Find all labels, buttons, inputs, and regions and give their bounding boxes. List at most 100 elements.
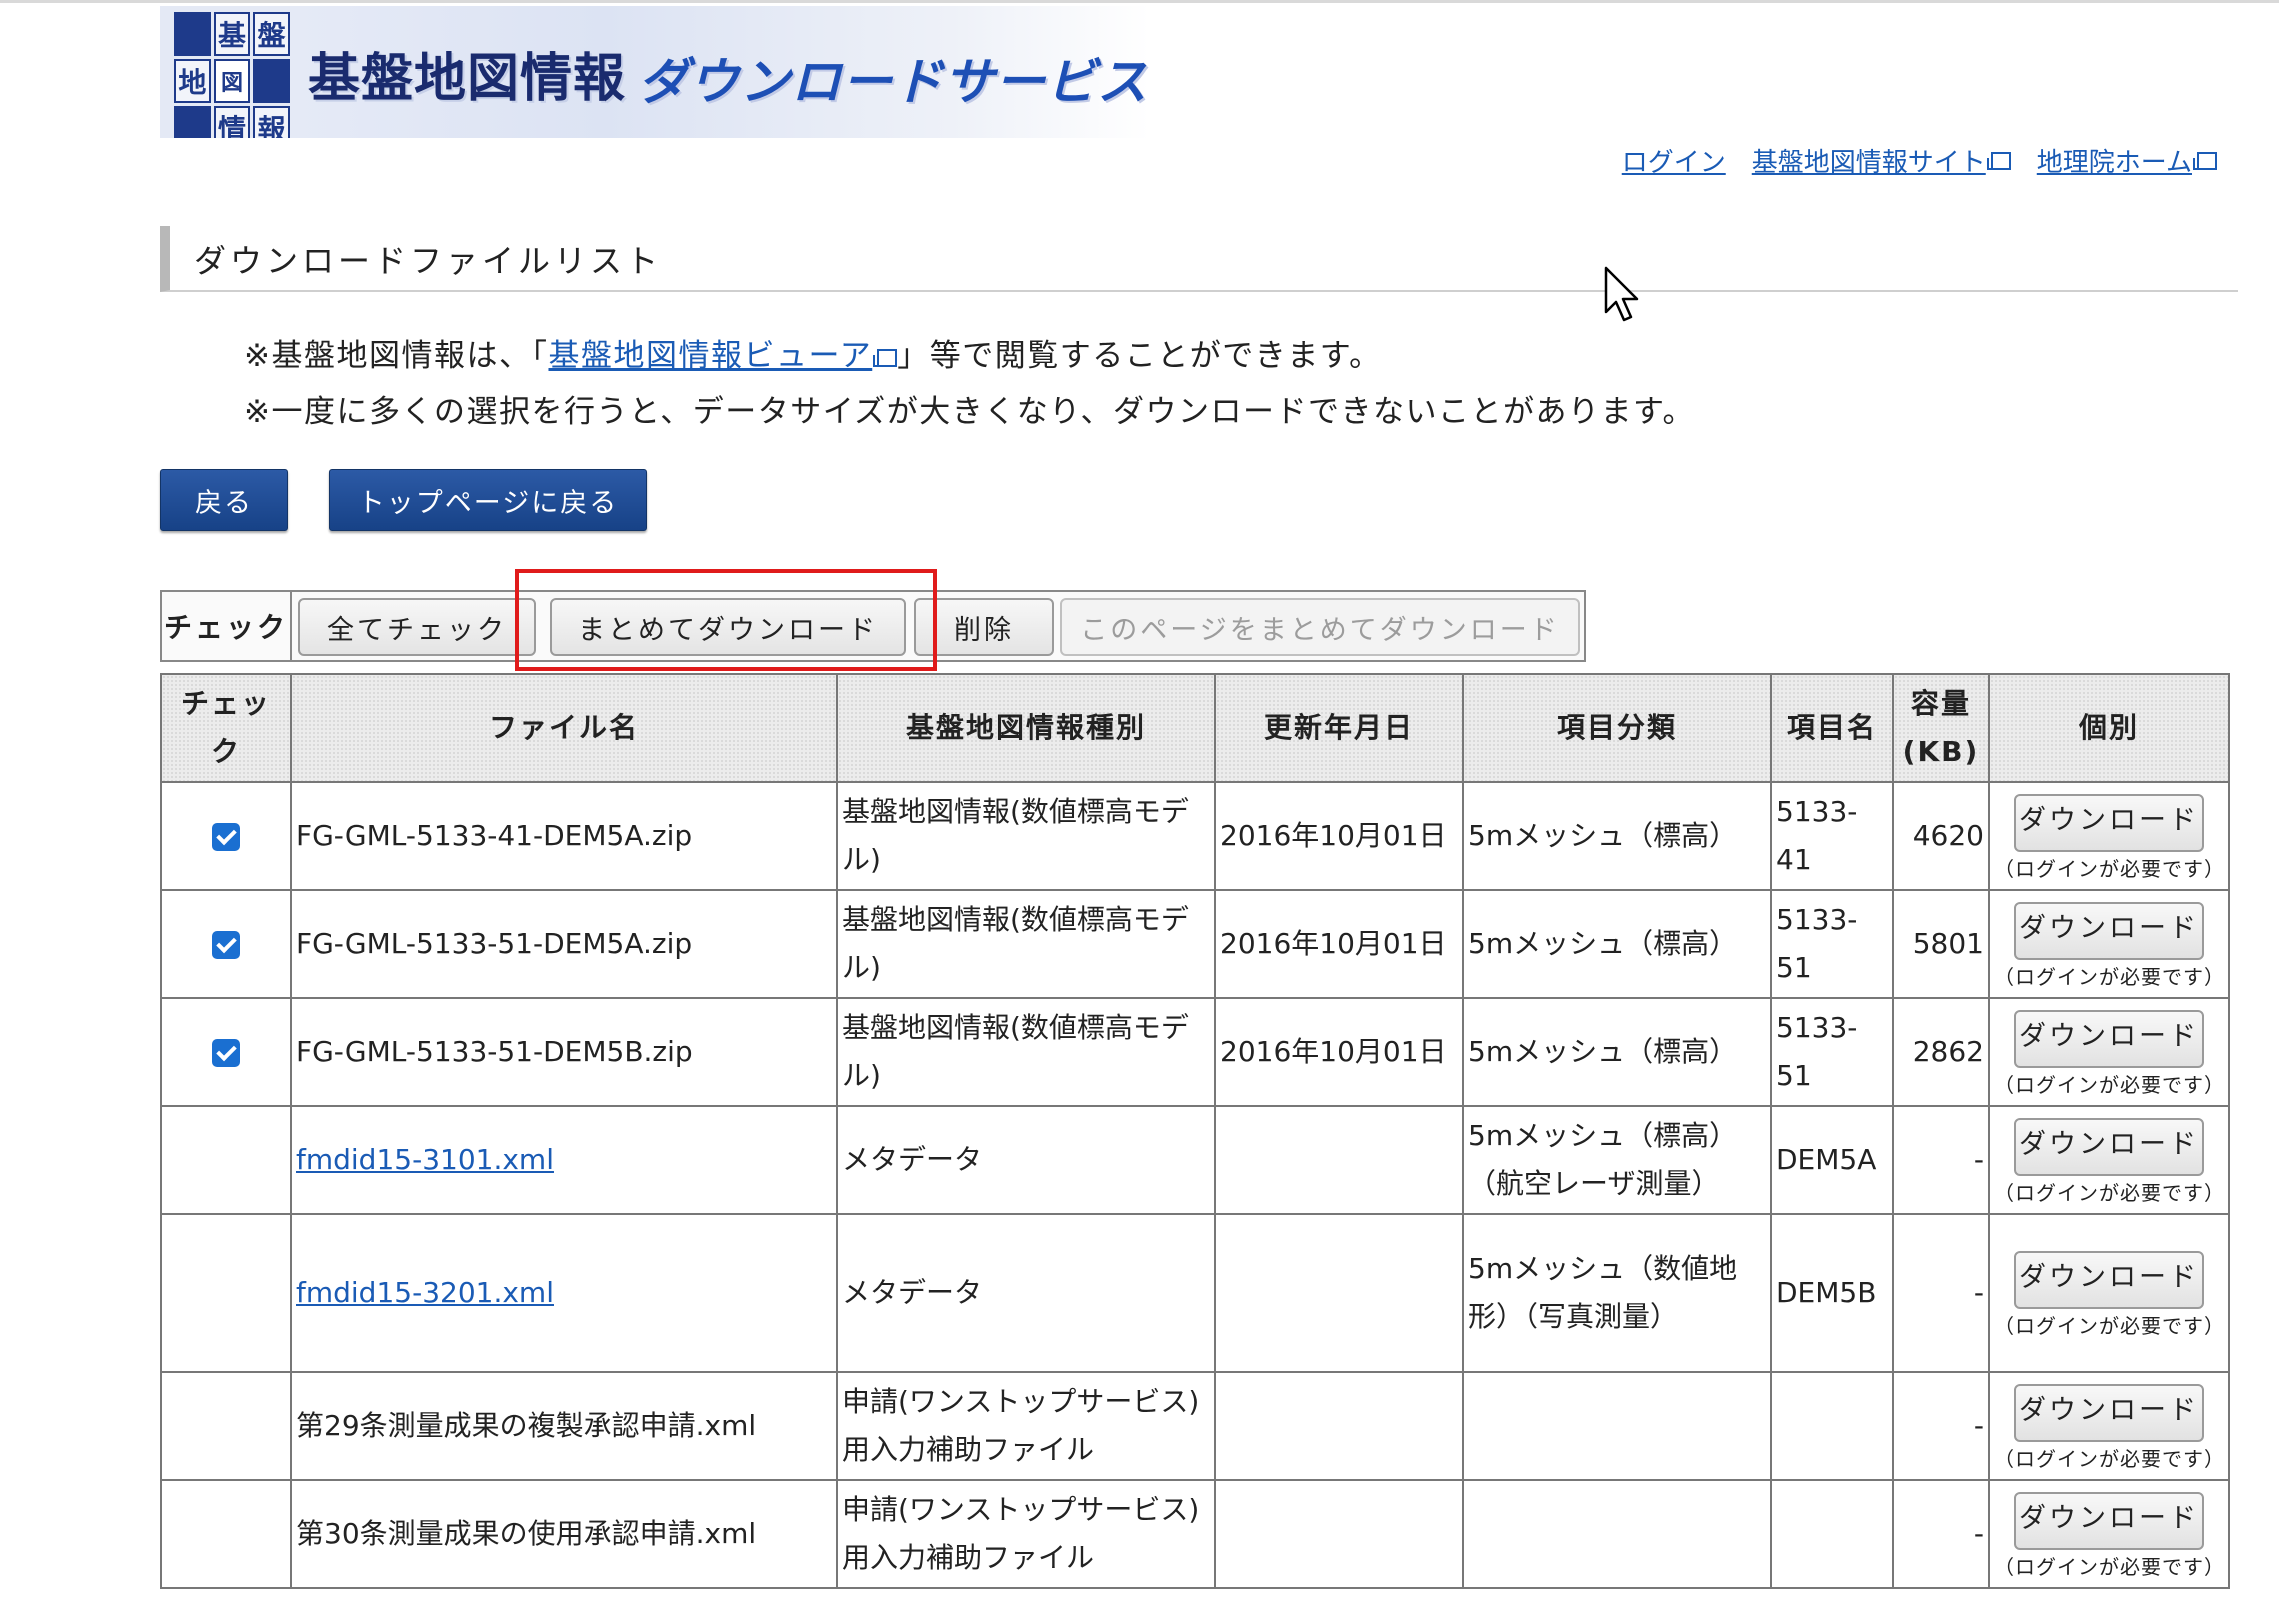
check-cell (160, 1479, 292, 1589)
individual-cell: ダウンロード （ログインが必要です） (1988, 997, 2230, 1107)
mouse-cursor-icon (1604, 266, 1639, 322)
size-cell: - (1892, 1105, 1990, 1215)
type-cell: 基盤地図情報(数値標高モデル) (836, 997, 1216, 1107)
header-size: 容量 (KB) (1892, 673, 1990, 783)
header-type: 基盤地図情報種別 (836, 673, 1216, 783)
login-required-note: （ログインが必要です） (1994, 1073, 2225, 1097)
login-link-label: ログイン (1621, 148, 1726, 178)
header-item: 項目名 (1770, 673, 1894, 783)
top-page-button[interactable]: トップページに戻る (329, 469, 647, 531)
check-all-button[interactable]: 全てチェック (298, 598, 536, 656)
site-logo: 基 盤 地 図 情 報 (174, 12, 290, 138)
updated-cell: 2016年10月01日 (1214, 997, 1464, 1107)
check-cell (160, 889, 292, 999)
file-link[interactable]: fmdid15-3201.xml (296, 1276, 554, 1309)
login-required-note: （ログインが必要です） (1994, 1555, 2225, 1579)
notice-line-1: ※基盤地図情報は、「基盤地図情報ビューア 」等で閲覧することができます。 (244, 328, 1695, 384)
login-required-note: （ログインが必要です） (1994, 1181, 2225, 1205)
download-button[interactable]: ダウンロード (2014, 902, 2204, 960)
table-row: FG-GML-5133-51-DEM5A.zip 基盤地図情報(数値標高モデル) 2… (160, 889, 2230, 999)
download-button[interactable]: ダウンロード (2014, 1251, 2204, 1309)
annotation-highlight-box (515, 569, 937, 671)
size-cell: - (1892, 1479, 1990, 1589)
section-header: ダウンロードファイルリスト (160, 226, 2238, 292)
site-subtitle: ダウンロードサービス (638, 53, 1148, 111)
row-checkbox[interactable] (212, 931, 240, 959)
row-checkbox[interactable] (212, 1039, 240, 1067)
individual-cell: ダウンロード （ログインが必要です） (1988, 889, 2230, 999)
toolbar-label: チェック (162, 592, 292, 660)
header-size-unit: (KB) (1902, 735, 1980, 768)
download-button[interactable]: ダウンロード (2014, 1492, 2204, 1550)
category-cell (1462, 1371, 1772, 1481)
page-download-button[interactable]: このページをまとめてダウンロード (1060, 598, 1580, 656)
external-link-icon (2193, 151, 2217, 170)
notice-suffix: 」等で閲覧することができます。 (897, 338, 1382, 374)
kiban-site-link-label: 基盤地図情報サイト (1751, 148, 1986, 178)
kiban-site-link[interactable]: 基盤地図情報サイト (1752, 142, 2011, 179)
header-size-label: 容量 (1910, 687, 1971, 720)
browser-top-border (0, 0, 2279, 3)
filename-cell: fmdid15-3101.xml (290, 1105, 838, 1215)
site-title: 基盤地図情報 (308, 49, 627, 109)
table-row: 第29条測量成果の複製承認申請.xml 申請(ワンストップサービス)用入力補助ファ… (160, 1371, 2230, 1481)
filename-cell: 第29条測量成果の複製承認申請.xml (290, 1371, 838, 1481)
header-updated: 更新年月日 (1214, 673, 1464, 783)
table-row: FG-GML-5133-41-DEM5A.zip 基盤地図情報(数値標高モデル) 2… (160, 781, 2230, 891)
logo-char: 情 (213, 106, 251, 138)
login-required-note: （ログインが必要です） (1994, 965, 2225, 989)
file-name: FG-GML-5133-51-DEM5A.zip (296, 927, 693, 960)
notice-line-2: ※一度に多くの選択を行うと、データサイズが大きくなり、ダウンロードできないことが… (244, 394, 1695, 430)
item-cell: 5133-51 (1770, 997, 1894, 1107)
individual-cell: ダウンロード （ログインが必要です） (1988, 781, 2230, 891)
gsi-home-link-label: 地理院ホーム (2036, 148, 2192, 178)
individual-cell: ダウンロード （ログインが必要です） (1988, 1213, 2230, 1373)
header-filename: ファイル名 (290, 673, 838, 783)
size-cell: - (1892, 1371, 1990, 1481)
item-cell: 5133-41 (1770, 781, 1894, 891)
login-link[interactable]: ログイン (1622, 142, 1726, 179)
download-button[interactable]: ダウンロード (2014, 1010, 2204, 1068)
file-name: FG-GML-5133-41-DEM5A.zip (296, 819, 693, 852)
login-required-note: （ログインが必要です） (1994, 857, 2225, 881)
size-cell: 5801 (1892, 889, 1990, 999)
download-button[interactable]: ダウンロード (2014, 794, 2204, 852)
filename-cell: FG-GML-5133-51-DEM5B.zip (290, 997, 838, 1107)
section-title: ダウンロードファイルリスト (194, 242, 663, 280)
check-cell (160, 997, 292, 1107)
type-cell: 申請(ワンストップサービス)用入力補助ファイル (836, 1371, 1216, 1481)
logo-char: 図 (213, 59, 251, 103)
header-links: ログイン 基盤地図情報サイト 地理院ホーム (1622, 142, 2217, 179)
file-name: 第29条測量成果の複製承認申請.xml (296, 1409, 757, 1442)
logo-char: 地 (174, 59, 211, 103)
check-cell (160, 1105, 292, 1215)
item-cell: 5133-51 (1770, 889, 1894, 999)
size-cell: - (1892, 1213, 1990, 1373)
gsi-home-link[interactable]: 地理院ホーム (2037, 142, 2217, 179)
updated-cell (1214, 1213, 1464, 1373)
check-cell (160, 1213, 292, 1373)
individual-cell: ダウンロード （ログインが必要です） (1988, 1371, 2230, 1481)
notice-text: ※基盤地図情報は、「基盤地図情報ビューア 」等で閲覧することができます。 ※一度に… (244, 328, 1695, 440)
table-header-row: チェック ファイル名 基盤地図情報種別 更新年月日 項目分類 項目名 容量 (K… (160, 673, 2230, 783)
category-cell: 5mメッシュ（標高） (1462, 997, 1772, 1107)
viewer-link[interactable]: 基盤地図情報ビューア (548, 338, 872, 374)
table-row: fmdid15-3201.xml メタデータ 5mメッシュ（数値地形）（写真測量） D… (160, 1213, 2230, 1373)
item-cell (1770, 1371, 1894, 1481)
header-individual: 個別 (1988, 673, 2230, 783)
updated-cell (1214, 1105, 1464, 1215)
updated-cell: 2016年10月01日 (1214, 889, 1464, 999)
type-cell: 基盤地図情報(数値標高モデル) (836, 781, 1216, 891)
download-button[interactable]: ダウンロード (2014, 1118, 2204, 1176)
notice-prefix: ※基盤地図情報は、「 (244, 338, 549, 374)
download-button[interactable]: ダウンロード (2014, 1384, 2204, 1442)
file-link[interactable]: fmdid15-3101.xml (296, 1143, 554, 1176)
back-button[interactable]: 戻る (160, 469, 288, 531)
row-checkbox[interactable] (212, 823, 240, 851)
download-file-table: チェック ファイル名 基盤地図情報種別 更新年月日 項目分類 項目名 容量 (K… (160, 673, 2230, 1589)
file-name: 第30条測量成果の使用承認申請.xml (296, 1517, 757, 1550)
table-row: fmdid15-3101.xml メタデータ 5mメッシュ（標高）（航空レーザ測量）… (160, 1105, 2230, 1215)
type-cell: 申請(ワンストップサービス)用入力補助ファイル (836, 1479, 1216, 1589)
type-cell: 基盤地図情報(数値標高モデル) (836, 889, 1216, 999)
login-required-note: （ログインが必要です） (1994, 1314, 2225, 1338)
